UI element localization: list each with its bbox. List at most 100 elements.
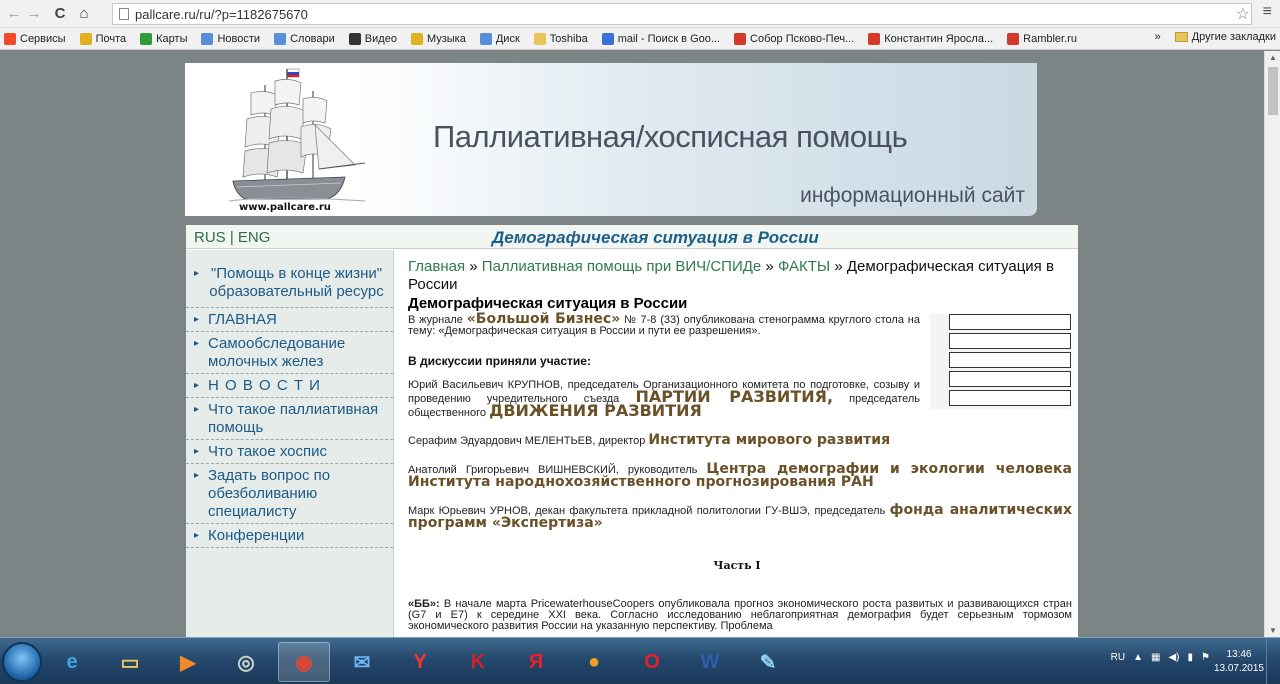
- menu-icon[interactable]: ≡: [1263, 3, 1272, 21]
- bookmark-item[interactable]: Toshiba: [530, 32, 588, 45]
- clock[interactable]: 13:46 13.07.2015: [1214, 648, 1264, 676]
- bookmark-icon: [410, 32, 423, 45]
- power-icon[interactable]: ▮: [1188, 652, 1194, 663]
- volume-icon[interactable]: ◀): [1168, 652, 1179, 663]
- reload-icon[interactable]: C: [50, 4, 70, 24]
- taskbar-media-icon[interactable]: ▶: [162, 642, 214, 682]
- taskbar-app-circle-icon[interactable]: ◎: [220, 642, 272, 682]
- network-icon[interactable]: ▦: [1151, 652, 1160, 663]
- forward-icon[interactable]: →: [24, 4, 44, 24]
- sidebar-item-self-exam[interactable]: Самообследование молочных желез: [186, 332, 393, 374]
- breadcrumb-home-link[interactable]: Главная: [408, 258, 465, 275]
- sidebar-item-ask-question[interactable]: Задать вопрос по обезболиванию специалис…: [186, 464, 393, 524]
- part-heading: Часть I: [713, 559, 761, 572]
- bookmarks-bar: Сервисы Почта Карты Новости Словари Видео Музы…: [0, 28, 1280, 50]
- lang-rus-link[interactable]: RUS: [194, 229, 226, 246]
- taskbar-ie-icon[interactable]: e: [46, 642, 98, 682]
- sidebar-item-home[interactable]: ГЛАВНАЯ: [186, 308, 393, 332]
- breadcrumb-sep: »: [765, 258, 774, 275]
- taskbar-explorer-icon[interactable]: ▭: [104, 642, 156, 682]
- taskbar-mail-icon[interactable]: ✉: [336, 642, 388, 682]
- scroll-down-icon[interactable]: ▼: [1269, 626, 1277, 635]
- bookmark-item[interactable]: Почта: [76, 32, 126, 45]
- bookmark-item[interactable]: Константин Яросла...: [864, 32, 993, 45]
- bookmark-label: Словари: [290, 32, 335, 45]
- bookmark-label: Toshiba: [549, 32, 588, 45]
- intro-paragraph: В журнале «Большой Бизнес» № 7-8 (33) оп…: [408, 312, 920, 337]
- sidebar-item-news[interactable]: Н О В О С Т И: [186, 374, 393, 398]
- home-icon[interactable]: ⌂: [74, 4, 94, 24]
- tray-expand-icon[interactable]: ▲: [1133, 652, 1143, 663]
- show-desktop-button[interactable]: [1266, 638, 1280, 684]
- org-link[interactable]: ДВИЖЕНИЯ РАЗВИТИЯ: [489, 401, 702, 420]
- back-icon[interactable]: ←: [4, 4, 24, 24]
- page-icon: [119, 8, 129, 20]
- bookmark-icon: [734, 32, 747, 45]
- flag-icon[interactable]: ⚑: [1201, 652, 1210, 663]
- text-field[interactable]: [949, 371, 1071, 387]
- bookmark-label: mail - Поиск в Goo...: [617, 32, 721, 45]
- bookmark-icon: [601, 32, 614, 45]
- taskbar-yandex-icon[interactable]: Я: [510, 642, 562, 682]
- folder-icon: [1174, 32, 1188, 42]
- lang-eng-link[interactable]: ENG: [238, 229, 271, 246]
- breadcrumb-facts-link[interactable]: ФАКТЫ: [778, 258, 830, 275]
- ship-logo: [228, 68, 366, 202]
- start-button[interactable]: [2, 642, 42, 682]
- bookmark-icon: [4, 32, 16, 45]
- bookmark-label: Сервисы: [20, 32, 66, 45]
- site-banner: www.pallcare.ru Паллиативная/хосписная п…: [185, 63, 1037, 216]
- bookmark-item[interactable]: Диск: [476, 32, 520, 45]
- bookmark-item[interactable]: Сервисы: [0, 32, 66, 45]
- sidebar-item-palliative[interactable]: Что такое паллиативная помощь: [186, 398, 393, 440]
- bookmark-item[interactable]: Видео: [345, 32, 397, 45]
- bookmark-label: Rambler.ru: [1023, 32, 1077, 45]
- language-switch: RUS | ENG: [194, 229, 270, 246]
- page-scrollbar[interactable]: ▲ ▼: [1264, 51, 1280, 637]
- more-bookmarks-button[interactable]: »: [1155, 31, 1161, 43]
- bookmark-item[interactable]: Rambler.ru: [1003, 32, 1077, 45]
- bookmark-icon: [79, 32, 92, 45]
- bookmark-item[interactable]: Словари: [270, 32, 335, 45]
- bookmark-item[interactable]: Карты: [136, 32, 188, 45]
- bookmark-icon: [274, 32, 287, 45]
- taskbar-aimp-icon[interactable]: ●: [568, 642, 620, 682]
- bookmark-label: Собор Псково-Печ...: [750, 32, 855, 45]
- sidebar-item-end-of-life[interactable]: "Помощь в конце жизни" образовательный р…: [186, 250, 393, 308]
- bookmark-item[interactable]: Музыка: [407, 32, 466, 45]
- breadcrumb-sep: »: [469, 258, 478, 275]
- bookmark-star-icon[interactable]: ☆: [1236, 4, 1250, 24]
- page-viewport: www.pallcare.ru Паллиативная/хосписная п…: [0, 51, 1264, 637]
- language-indicator[interactable]: RU: [1111, 652, 1125, 663]
- scroll-thumb[interactable]: [1268, 67, 1278, 115]
- taskbar-opera-icon[interactable]: O: [626, 642, 678, 682]
- taskbar-word-icon[interactable]: W: [684, 642, 736, 682]
- taskbar-chrome-icon[interactable]: ◉: [278, 642, 330, 682]
- text-field[interactable]: [949, 390, 1071, 406]
- breadcrumb: Главная » Паллиативная помощь при ВИЧ/СП…: [408, 258, 1068, 294]
- text-field[interactable]: [949, 314, 1071, 330]
- taskbar-yandex-browser-icon[interactable]: Y: [394, 642, 446, 682]
- main-content: Главная » Паллиативная помощь при ВИЧ/СП…: [400, 250, 1074, 637]
- other-bookmarks-button[interactable]: Другие закладки: [1192, 31, 1276, 43]
- participant-vishnevsky: Анатолий Григорьевич ВИШНЕВСКИЙ, руковод…: [408, 462, 1072, 489]
- sidebar-item-conferences[interactable]: Конференции: [186, 524, 393, 548]
- taskbar-kaspersky-icon[interactable]: K: [452, 642, 504, 682]
- text-field[interactable]: [949, 333, 1071, 349]
- bookmark-item[interactable]: Новости: [197, 32, 260, 45]
- text-field[interactable]: [949, 352, 1071, 368]
- taskbar-paint-icon[interactable]: ✎: [742, 642, 794, 682]
- input-column: [930, 314, 1071, 409]
- bookmark-label: Карты: [156, 32, 188, 45]
- breadcrumb-section-link[interactable]: Паллиативная помощь при ВИЧ/СПИДе: [482, 258, 761, 275]
- url-input[interactable]: pallcare.ru/ru/?p=1182675670: [112, 3, 1252, 25]
- bookmark-item[interactable]: Собор Псково-Печ...: [730, 32, 855, 45]
- sidebar-item-hospice[interactable]: Что такое хоспис: [186, 440, 393, 464]
- bookmark-item[interactable]: mail - Поиск в Goo...: [598, 32, 721, 45]
- bb-text: В начале марта PricewaterhouseCoopers оп…: [408, 598, 1072, 632]
- bookmark-icon: [868, 32, 881, 45]
- discussion-heading: В дискуссии приняли участие:: [408, 354, 591, 368]
- org-link[interactable]: Института мирового развития: [648, 432, 890, 448]
- top-strip: RUS | ENG Демографическая ситуация в Рос…: [186, 225, 1078, 249]
- scroll-up-icon[interactable]: ▲: [1269, 53, 1277, 62]
